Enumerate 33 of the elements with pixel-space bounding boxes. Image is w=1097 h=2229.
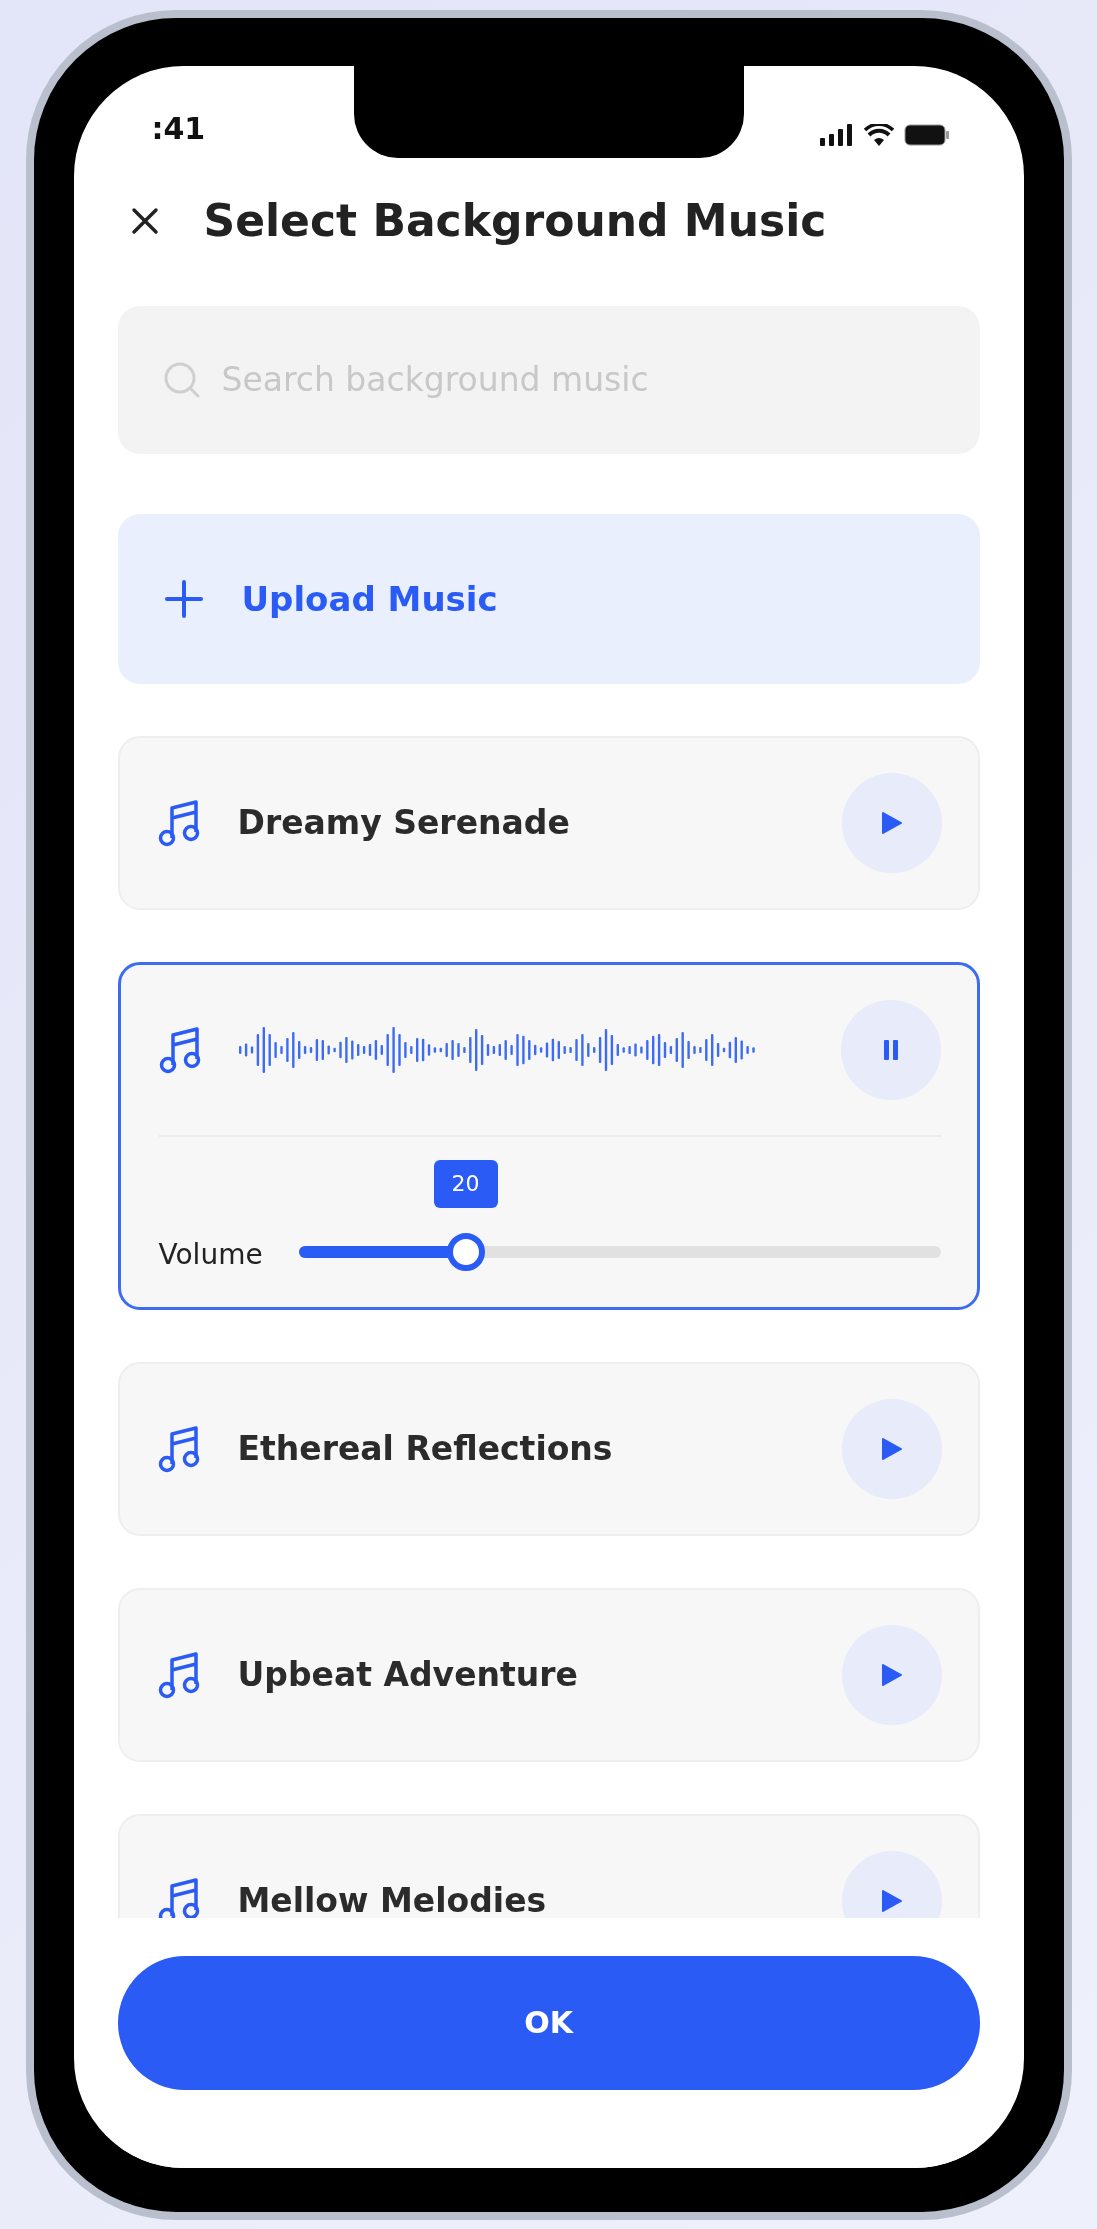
slider-thumb[interactable] bbox=[446, 1232, 485, 1271]
track-card[interactable]: Dreamy Serenade bbox=[117, 735, 980, 910]
music-note-icon bbox=[157, 1875, 202, 1918]
track-title: Dreamy Serenade bbox=[237, 803, 571, 842]
plus-icon bbox=[163, 578, 204, 619]
volume-tooltip: 20 bbox=[433, 1159, 498, 1208]
music-note-icon bbox=[158, 1024, 203, 1075]
volume-label: Volume bbox=[158, 1237, 263, 1273]
upload-music-button[interactable]: Upload Music bbox=[117, 513, 980, 684]
close-icon bbox=[129, 205, 160, 236]
music-note-icon bbox=[157, 1423, 202, 1474]
music-note-icon bbox=[157, 797, 202, 848]
track-card[interactable]: Ethereal Reflections bbox=[117, 1361, 980, 1536]
pause-icon bbox=[882, 1039, 899, 1060]
track-card[interactable]: Mellow Melodies bbox=[117, 1813, 980, 1918]
play-icon bbox=[880, 1662, 903, 1687]
volume-slider[interactable]: 20 bbox=[298, 1158, 941, 1277]
track-title: Ethereal Reflections bbox=[237, 1429, 614, 1468]
track-card[interactable]: Upbeat Adventure bbox=[117, 1587, 980, 1762]
battery-icon bbox=[903, 123, 950, 146]
play-icon bbox=[880, 810, 903, 835]
player-card[interactable]: Volume 20 bbox=[117, 961, 980, 1310]
signal-icon bbox=[819, 123, 854, 146]
track-title: Upbeat Adventure bbox=[237, 1655, 579, 1694]
music-note-icon bbox=[157, 1649, 202, 1700]
status-time: :41 bbox=[151, 110, 206, 146]
close-button[interactable] bbox=[129, 205, 160, 236]
track-title: Mellow Melodies bbox=[237, 1881, 548, 1918]
play-icon bbox=[880, 1436, 903, 1461]
ok-button[interactable]: OK bbox=[117, 1955, 980, 2090]
play-icon bbox=[880, 1888, 903, 1913]
wifi-icon bbox=[863, 123, 894, 146]
screen-title: Select Background Music bbox=[203, 195, 827, 246]
